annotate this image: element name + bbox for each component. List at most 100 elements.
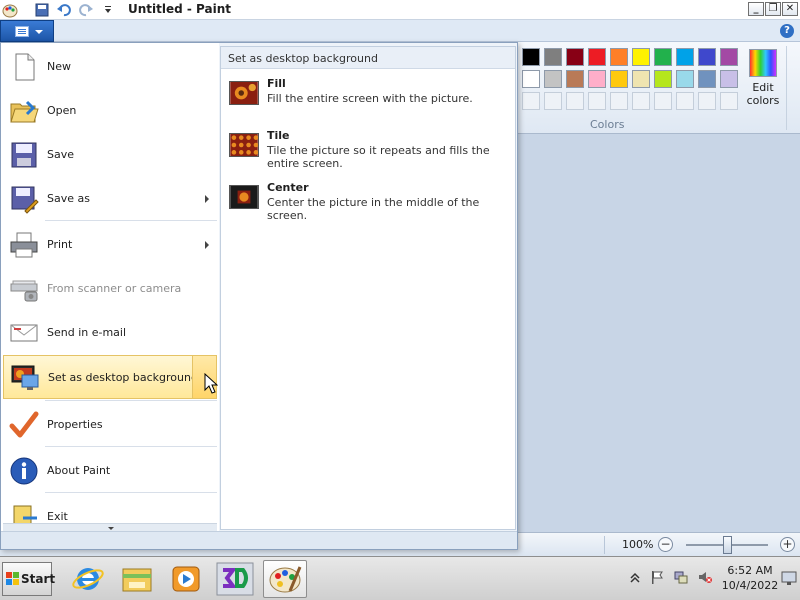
- menu-item-label: Open: [47, 104, 77, 117]
- open-folder-icon: [10, 100, 39, 123]
- customize-toolbar-icon[interactable]: [100, 3, 116, 17]
- chevron-right-icon: [205, 195, 209, 203]
- color-swatch[interactable]: [588, 48, 606, 66]
- edit-colors-button[interactable]: Edit colors: [745, 49, 781, 113]
- color-swatch[interactable]: [610, 70, 628, 88]
- color-swatch[interactable]: [522, 48, 540, 66]
- menu-item-exit[interactable]: Exit: [3, 495, 217, 523]
- color-swatch[interactable]: [654, 48, 672, 66]
- email-icon: [10, 324, 38, 342]
- network-icon[interactable]: [674, 570, 688, 584]
- minimize-button[interactable]: _: [748, 2, 764, 16]
- color-spectrum-icon: [749, 49, 777, 77]
- color-swatch[interactable]: [544, 48, 562, 66]
- menu-item-label: Set as desktop background: [48, 371, 198, 384]
- custom-color-slot[interactable]: [566, 92, 584, 110]
- help-icon[interactable]: ?: [780, 24, 794, 38]
- exit-icon: [13, 505, 37, 523]
- custom-color-slot[interactable]: [522, 92, 540, 110]
- show-desktop-button[interactable]: [780, 566, 798, 590]
- edit-colors-label: Edit colors: [746, 81, 780, 107]
- color-swatch[interactable]: [544, 70, 562, 88]
- desktop-background-icon: [11, 365, 39, 390]
- volume-muted-icon[interactable]: [698, 570, 712, 584]
- color-swatch[interactable]: [698, 48, 716, 66]
- color-swatch[interactable]: [720, 48, 738, 66]
- floppy-disk-icon: [11, 142, 37, 168]
- custom-color-slot[interactable]: [720, 92, 738, 110]
- custom-color-slot[interactable]: [676, 92, 694, 110]
- windows-logo-icon: [6, 572, 19, 585]
- color-swatch[interactable]: [588, 70, 606, 88]
- color-swatch[interactable]: [676, 48, 694, 66]
- color-swatch[interactable]: [720, 70, 738, 88]
- custom-color-slot[interactable]: [654, 92, 672, 110]
- tile-layout-icon: [229, 133, 259, 157]
- show-hidden-icons-icon[interactable]: [630, 572, 644, 586]
- zoom-slider-thumb[interactable]: [723, 536, 732, 554]
- custom-color-slot[interactable]: [632, 92, 650, 110]
- menu-item-new[interactable]: New: [3, 45, 217, 89]
- color-swatch[interactable]: [632, 70, 650, 88]
- custom-color-slot[interactable]: [610, 92, 628, 110]
- color-swatch[interactable]: [610, 48, 628, 66]
- menu-item-label: Print: [47, 238, 73, 251]
- menu-item-save[interactable]: Save: [3, 133, 217, 177]
- zoom-level: 100%: [622, 538, 654, 551]
- mouse-pointer-icon: [204, 373, 218, 394]
- color-swatch[interactable]: [632, 48, 650, 66]
- ribbon-tab-strip: [0, 20, 800, 42]
- color-swatch[interactable]: [698, 70, 716, 88]
- save-icon[interactable]: [34, 3, 50, 17]
- color-swatch[interactable]: [522, 70, 540, 88]
- submenu-item-fill[interactable]: Fill Fill the entire screen with the pic…: [227, 77, 511, 123]
- zoom-in-button[interactable]: +: [780, 537, 795, 552]
- quick-access-toolbar: [34, 2, 116, 18]
- group-divider: [786, 46, 787, 130]
- taskbar-paint[interactable]: [263, 560, 307, 598]
- custom-color-slot[interactable]: [588, 92, 606, 110]
- close-button[interactable]: ✕: [782, 2, 798, 16]
- menu-item-properties[interactable]: Properties: [3, 403, 217, 447]
- redo-icon[interactable]: [78, 3, 94, 17]
- menu-item-label: From scanner or camera: [47, 282, 182, 295]
- menu-item-about-paint[interactable]: About Paint: [3, 449, 217, 493]
- submenu-item-tile[interactable]: Tile Tile the picture so it repeats and …: [227, 129, 511, 175]
- taskbar-internet-explorer[interactable]: [66, 560, 110, 598]
- menu-item-label: New: [47, 60, 71, 73]
- custom-color-slot[interactable]: [544, 92, 562, 110]
- color-swatch[interactable]: [676, 70, 694, 88]
- menu-item-open[interactable]: Open: [3, 89, 217, 133]
- system-clock[interactable]: 6:52 AM 10/4/2022: [720, 563, 780, 593]
- menu-item-label: Send in e-mail: [47, 326, 127, 339]
- clock-time: 6:52 AM: [727, 564, 773, 577]
- submenu-item-title: Center: [267, 181, 309, 194]
- menu-item-print[interactable]: Print: [3, 223, 217, 267]
- restore-button[interactable]: ❐: [765, 2, 781, 16]
- start-button[interactable]: Start: [2, 562, 55, 596]
- menu-item-save-as[interactable]: Save as: [3, 177, 217, 221]
- application-menu-button[interactable]: [0, 20, 54, 42]
- taskbar-file-explorer[interactable]: [115, 560, 159, 598]
- menu-divider: [45, 400, 217, 401]
- undo-icon[interactable]: [56, 3, 72, 17]
- menu-item-label: Properties: [47, 418, 103, 431]
- color-swatch[interactable]: [566, 70, 584, 88]
- menu-item-send-in-email[interactable]: Send in e-mail: [3, 311, 217, 355]
- fill-layout-icon: [229, 81, 259, 105]
- printer-icon: [10, 232, 38, 258]
- submenu-item-description: Tile the picture so it repeats and fills…: [267, 144, 490, 170]
- scanner-icon: [10, 280, 38, 302]
- zoom-out-button[interactable]: −: [658, 537, 673, 552]
- menu-item-set-as-desktop-background[interactable]: Set as desktop background: [3, 355, 217, 399]
- menu-item-label: Save as: [47, 192, 90, 205]
- color-swatch[interactable]: [654, 70, 672, 88]
- action-center-flag-icon[interactable]: [650, 570, 664, 584]
- taskbar-3d-app[interactable]: [213, 560, 257, 598]
- color-swatch[interactable]: [566, 48, 584, 66]
- paint-app-icon[interactable]: [2, 2, 18, 18]
- submenu-item-center[interactable]: Center Center the picture in the middle …: [227, 181, 511, 227]
- taskbar-media-player[interactable]: [164, 560, 208, 598]
- title-bar: Untitled - Paint _ ❐ ✕: [0, 0, 800, 20]
- custom-color-slot[interactable]: [698, 92, 716, 110]
